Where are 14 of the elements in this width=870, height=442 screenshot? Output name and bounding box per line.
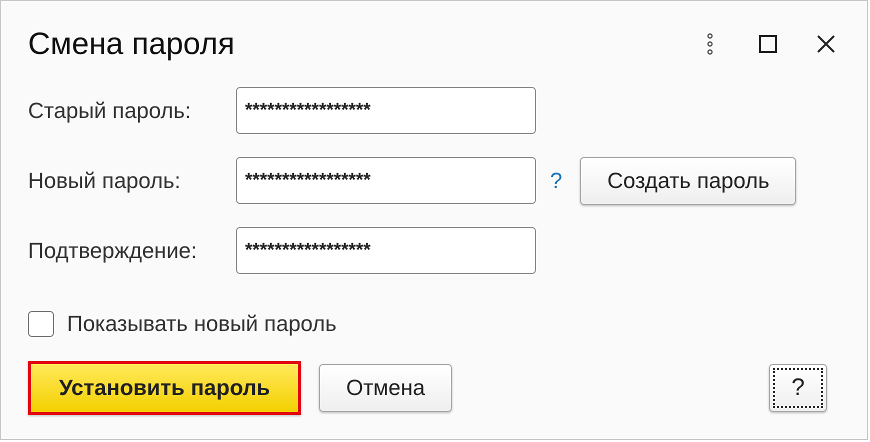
field-label: Старый пароль:: [28, 98, 192, 124]
generate-password-button[interactable]: Создать пароль: [580, 156, 796, 204]
password-field[interactable]: *****************: [236, 87, 536, 134]
password-field[interactable]: *****************: [236, 227, 536, 274]
field-label: Подтверждение:: [28, 238, 198, 264]
help-link[interactable]: ?: [550, 168, 562, 194]
password-field[interactable]: *****************: [236, 157, 536, 204]
window-title: Смена пароля: [28, 26, 236, 62]
field-label: Новый пароль:: [28, 168, 182, 194]
help-button[interactable]: ?: [769, 364, 827, 412]
cancel-button[interactable]: Отмена: [319, 364, 452, 412]
checkbox[interactable]: [28, 311, 54, 337]
set-password-button[interactable]: Установить пароль: [28, 361, 302, 415]
checkbox-label: Показывать новый пароль: [67, 311, 337, 337]
